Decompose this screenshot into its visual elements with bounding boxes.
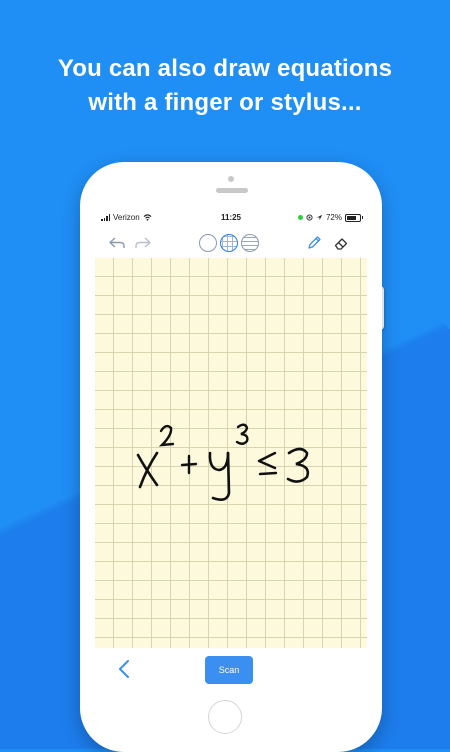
battery-icon	[345, 213, 363, 222]
handwritten-3	[286, 447, 310, 483]
phone-camera	[228, 176, 234, 182]
undo-icon[interactable]	[107, 234, 127, 252]
handwritten-y	[208, 451, 231, 501]
phone-frame: Verizon 11:25 72% Scan	[80, 162, 382, 752]
handwritten-equation	[136, 423, 310, 501]
bottom-bar: Scan	[95, 648, 367, 698]
chevron-left-icon[interactable]	[113, 658, 135, 680]
handwritten-exponent-3	[235, 423, 249, 445]
eraser-icon[interactable]	[331, 234, 351, 252]
location-icon	[316, 214, 323, 221]
drawing-canvas[interactable]	[95, 258, 367, 648]
pencil-icon[interactable]	[304, 234, 324, 252]
handwritten-plus	[180, 454, 198, 475]
status-right: 72%	[297, 213, 363, 222]
home-button[interactable]	[208, 700, 242, 734]
lock-rotation-icon	[306, 214, 313, 221]
active-indicator-icon	[297, 215, 303, 220]
paper-lined-option[interactable]	[241, 234, 259, 252]
headline: You can also draw equations with a finge…	[0, 52, 450, 120]
redo-icon[interactable]	[133, 234, 153, 252]
phone-screen: Verizon 11:25 72% Scan	[95, 208, 367, 698]
battery-percent: 72%	[325, 213, 342, 222]
handwritten-x	[136, 451, 159, 489]
paper-blank-option[interactable]	[199, 234, 217, 252]
paper-grid-option[interactable]	[220, 234, 238, 252]
drawing-toolbar	[95, 230, 367, 256]
handwritten-exponent-2	[158, 424, 175, 447]
phone-speaker	[216, 188, 248, 193]
handwritten-less-equal	[257, 451, 278, 476]
headline-line-2: with a finger or stylus...	[88, 89, 362, 116]
status-bar: Verizon 11:25 72%	[95, 208, 367, 226]
headline-line-1: You can also draw equations	[57, 55, 393, 82]
scan-button[interactable]: Scan	[205, 656, 253, 684]
